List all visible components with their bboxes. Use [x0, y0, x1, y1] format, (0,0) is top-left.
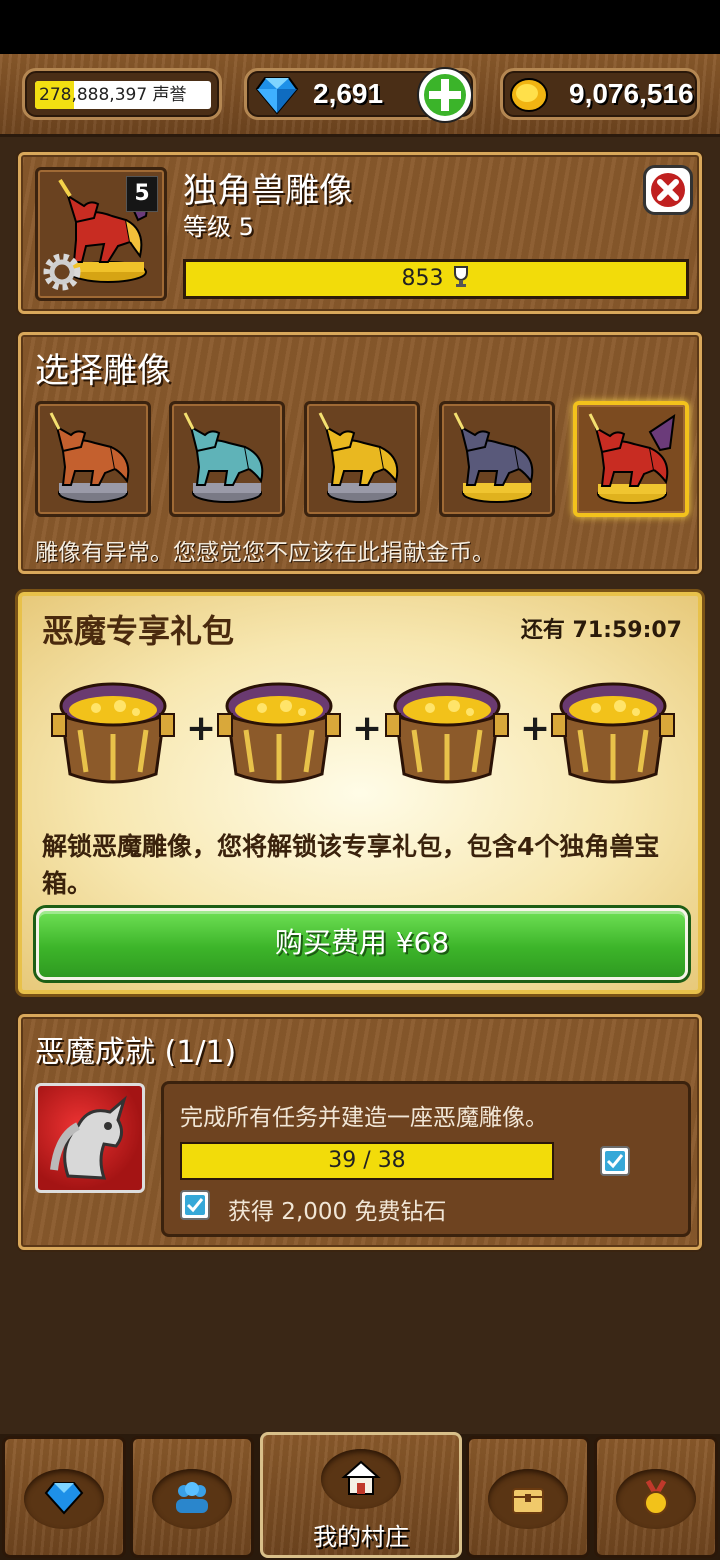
select-statue-title: 选择雕像: [35, 351, 171, 391]
nav-village[interactable]: 我的村庄: [260, 1432, 462, 1558]
achievement-progress-bar: 39 / 38: [180, 1142, 554, 1180]
plus-sign: +: [520, 708, 551, 749]
checkmark-icon: [606, 1154, 624, 1169]
reputation-text: 278,888,397 声誉: [39, 85, 187, 105]
offer-description: 解锁恶魔雕像，您将解锁该专享礼包，包含4个独角兽宝箱。: [42, 832, 660, 898]
statue-header-panel: 5 独角兽雕像 等级 5 853: [18, 152, 702, 314]
chest-icon: [512, 1488, 544, 1514]
statue-title: 独角兽雕像: [183, 171, 353, 211]
demon-unicorn-statue-image: [588, 413, 676, 504]
trophy-icon: [453, 266, 468, 287]
diamond-icon: [255, 77, 299, 115]
demon-unicorn-head-icon: [50, 1095, 127, 1180]
level-badge-text: 5: [134, 181, 150, 206]
achievement-progress-text: 39 / 38: [328, 1148, 406, 1173]
gear-icon[interactable]: [42, 252, 82, 292]
reward-checkbox[interactable]: [180, 1190, 210, 1220]
reputation-bar: 278,888,397 声誉: [35, 81, 211, 109]
nav-achievements[interactable]: [594, 1436, 718, 1558]
nav-shop[interactable]: [2, 1436, 126, 1558]
offer-title: 恶魔专享礼包: [42, 612, 235, 650]
achievement-task-text: 完成所有任务并建造一座恶魔雕像。: [180, 1105, 548, 1131]
gems-value: 2,691: [313, 78, 384, 109]
close-icon: [651, 173, 685, 207]
statue-level: 等级 5: [183, 213, 254, 241]
achievement-panel: 恶魔成就 (1/1) 完成所有任务并建造一座恶魔雕像。 39 / 38 获得 2…: [18, 1014, 702, 1250]
dark-unicorn-statue-image: [453, 412, 534, 503]
reward-text: 获得 2,000 免费钻石: [228, 1199, 447, 1225]
nav-friends[interactable]: [130, 1436, 254, 1558]
gold-coin-icon: [510, 78, 548, 112]
buy-button-label: 购买费用 ¥68: [274, 926, 450, 959]
unicorn-chest-icon: [216, 676, 342, 792]
offer-panel: 恶魔专享礼包 还有 71:59:07 + + + 解锁恶魔雕像，您将解锁该专享礼包，…: [18, 592, 702, 994]
nav-chest[interactable]: [466, 1436, 590, 1558]
gold-pill[interactable]: 9,076,516: [500, 68, 700, 120]
achievement-badge: [35, 1083, 145, 1193]
reputation-pill[interactable]: 278,888,397 声誉: [22, 68, 222, 120]
task-complete-checkbox[interactable]: [600, 1146, 630, 1176]
unicorn-chest-icon: [384, 676, 510, 792]
diamond-icon: [44, 1482, 84, 1515]
statue-option-copper-unicorn-statue[interactable]: [35, 401, 151, 517]
achievement-title: 恶魔成就 (1/1): [35, 1035, 237, 1070]
statue-message: 雕像有异常。您感觉您不应该在此捐献金币。: [35, 540, 495, 566]
unicorn-chest-icon: [550, 676, 676, 792]
people-icon: [176, 1482, 208, 1513]
offer-timer: 还有 71:59:07: [520, 618, 682, 643]
plus-icon[interactable]: [415, 65, 475, 125]
achievement-task-box: 完成所有任务并建造一座恶魔雕像。 39 / 38 获得 2,000 免费钻石: [161, 1081, 691, 1237]
plus-sign: +: [186, 708, 217, 749]
bottom-nav: 我的村庄: [0, 1432, 720, 1560]
gems-pill[interactable]: 2,691: [244, 67, 476, 123]
status-bar: [0, 0, 720, 54]
medal-icon: [644, 1479, 668, 1515]
level-badge: 5: [126, 176, 158, 212]
house-icon: [341, 1460, 381, 1495]
unicorn-chest-icon: [50, 676, 176, 792]
trophy-bar: 853: [183, 259, 689, 299]
statue-option-crystal-unicorn-statue[interactable]: [169, 401, 285, 517]
resource-bar: 278,888,397 声誉 2,691 9,076,516: [0, 54, 720, 137]
statue-option-demon-unicorn-statue[interactable]: [573, 401, 689, 517]
plus-sign: +: [352, 708, 383, 749]
golden-unicorn-statue-image: [318, 412, 399, 503]
select-statue-panel: 选择雕像 雕像有异常。您感觉您不应该在此捐献金币。: [18, 332, 702, 574]
crystal-unicorn-statue-image: [183, 412, 264, 503]
buy-button[interactable]: 购买费用 ¥68: [36, 908, 688, 980]
statue-option-dark-unicorn-statue[interactable]: [439, 401, 555, 517]
gold-value: 9,076,516: [569, 78, 694, 109]
checkmark-icon: [186, 1198, 204, 1213]
nav-label: 我的村庄: [313, 1523, 409, 1551]
copper-unicorn-statue-image: [49, 412, 130, 503]
trophy-count: 853: [401, 266, 444, 291]
close-button[interactable]: [643, 165, 693, 215]
statue-portrait[interactable]: 5: [35, 167, 167, 301]
statue-option-golden-unicorn-statue[interactable]: [304, 401, 420, 517]
